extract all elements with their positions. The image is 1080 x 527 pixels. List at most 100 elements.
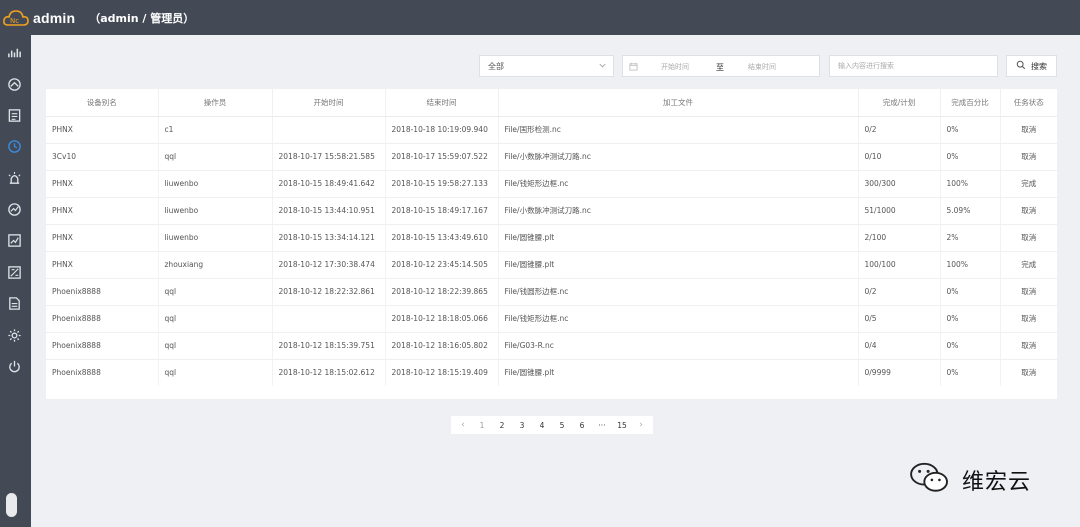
dashboard-icon[interactable] [6,76,22,92]
status-cell: 取消 [1000,224,1057,252]
svg-text:Nc: Nc [10,17,19,25]
end-time-cell: 2018-10-15 18:49:17.167 [385,197,499,225]
table-row[interactable]: Phoenix8888 qql 2018-10-12 18:18:05.066 Fil… [46,305,1057,333]
table-row[interactable]: PHNX liuwenbo 2018-10-15 13:44:10.951 2018-… [46,197,1057,225]
column-header[interactable]: 完成/计划 [858,89,941,117]
status-cell: 取消 [1000,143,1057,171]
operator-cell: qql [158,143,273,171]
page-button[interactable]: 1 [474,421,490,430]
line-chart-icon[interactable] [6,232,22,248]
status-filter-value: 全部 [488,61,504,71]
trend-icon[interactable] [6,201,22,217]
operator-cell: qql [158,305,273,333]
table-row[interactable]: Phoenix8888 qql 2018-10-12 18:15:39.751 201… [46,332,1057,360]
file-cell: File/圆锥腰.plt [498,359,859,386]
start-time-field[interactable]: 开始时间 [661,62,689,72]
device-cell: PHNX [46,170,159,198]
percent-cell: 100% [940,170,1001,198]
table-row[interactable]: PHNX c1 2018-10-18 10:19:09.940 File/国形检测.n… [46,116,1057,144]
page-button[interactable]: 3 [514,421,530,430]
page-ellipsis[interactable]: ··· [594,421,610,430]
start-time-cell: 2018-10-15 18:49:41.642 [272,170,386,198]
column-header[interactable]: 设备别名 [46,89,159,117]
settings-icon[interactable] [6,327,22,343]
watermark-text: 维宏云 [962,470,1032,495]
end-time-cell: 2018-10-15 19:58:27.133 [385,170,499,198]
start-time-cell: 2018-10-15 13:34:14.121 [272,224,386,252]
progress-cell: 100/100 [858,251,941,279]
percent-cell: 2% [940,224,1001,252]
column-header[interactable]: 操作员 [158,89,273,117]
start-time-cell: 2018-10-17 15:58:21.585 [272,143,386,171]
progress-cell: 0/5 [858,305,941,333]
alarm-icon[interactable] [6,170,22,186]
end-time-cell: 2018-10-17 15:59:07.522 [385,143,499,171]
task-table-card: 设备别名 操作员 开始时间 结束时间 加工文件 完成/计划 完成百分比 任务状态… [46,89,1057,399]
column-header[interactable]: 加工文件 [498,89,859,117]
column-header[interactable]: 任务状态 [1000,89,1057,117]
user-role: （admin / 管理员） [89,11,195,25]
column-header[interactable]: 结束时间 [385,89,499,117]
search-button-label: 搜索 [1031,61,1047,71]
progress-cell: 51/1000 [858,197,941,225]
column-header[interactable]: 完成百分比 [940,89,1001,117]
table-row[interactable]: PHNX liuwenbo 2018-10-15 13:34:14.121 2018-… [46,224,1057,252]
percent-cell: 5.09% [940,197,1001,225]
page-button[interactable]: 5 [554,421,570,430]
file-cell: File/钱圆形边框.nc [498,278,859,306]
column-header[interactable]: 开始时间 [272,89,386,117]
operator-cell: liuwenbo [158,197,273,225]
progress-cell: 0/10 [858,143,941,171]
analysis-icon[interactable] [6,264,22,280]
page-button[interactable]: 15 [614,421,630,430]
top-bar: Nc admin （admin / 管理员） [0,0,1080,35]
next-page-button[interactable]: › [634,420,648,430]
end-time-cell: 2018-10-12 18:16:05.802 [385,332,499,360]
document-icon[interactable] [6,295,22,311]
page-button[interactable]: 6 [574,421,590,430]
end-time-cell: 2018-10-12 23:45:14.505 [385,251,499,279]
power-icon[interactable] [6,358,22,374]
end-time-cell: 2018-10-15 13:43:49.610 [385,224,499,252]
clock-icon[interactable] [6,138,22,154]
date-range-picker[interactable]: 开始时间 至 结束时间 [622,55,820,77]
report-icon[interactable] [6,107,22,123]
table-row[interactable]: PHNX liuwenbo 2018-10-15 18:49:41.642 2018-… [46,170,1057,198]
file-cell: File/钱矩形边框.nc [498,170,859,198]
page-button[interactable]: 4 [534,421,550,430]
status-cell: 取消 [1021,368,1037,378]
status-cell: 取消 [1000,305,1057,333]
range-separator: 至 [716,63,724,72]
start-time-cell: 2018-10-12 18:15:39.751 [272,332,386,360]
sidebar-collapse-handle[interactable] [6,493,17,517]
search-input[interactable]: 输入内容进行搜索 [829,55,998,77]
status-filter-select[interactable]: 全部 [479,55,614,77]
file-cell: File/圆锥腰.plt [498,251,859,279]
table-row[interactable]: PHNX zhouxiang 2018-10-12 17:30:38.474 2018… [46,251,1057,279]
percent-cell: 0% [940,305,1001,333]
percent-cell: 0% [940,143,1001,171]
status-cell: 完成 [1000,170,1057,198]
device-cell: PHNX [46,197,159,225]
table-row[interactable]: 3Cv10 qql 2018-10-17 15:58:21.585 2018-10-1… [46,143,1057,171]
device-cell: Phoenix8888 [46,305,159,333]
prev-page-button[interactable]: ‹ [456,420,470,430]
status-cell: 取消 [1000,197,1057,225]
operator-cell: qql [158,332,273,360]
progress-cell: 0/2 [858,116,941,144]
file-cell: File/圆锥腰.plt [498,224,859,252]
table-row[interactable]: Phoenix8888 qql 2018-10-12 18:15:02.612 201… [46,359,1057,386]
end-time-field[interactable]: 结束时间 [748,62,776,72]
operator-cell: zhouxiang [158,251,273,279]
progress-cell: 0/9999 [858,359,941,386]
progress-cell: 300/300 [858,170,941,198]
page-button[interactable]: 2 [494,421,510,430]
table-row[interactable]: Phoenix8888 qql 2018-10-12 18:22:32.861 201… [46,278,1057,306]
file-cell: File/小数脉冲测试刀路.nc [498,197,859,225]
chart-icon[interactable] [6,44,22,60]
device-cell: PHNX [46,224,159,252]
search-button[interactable]: 搜索 [1006,55,1057,77]
file-cell: File/G03-R.nc [498,332,859,360]
operator-cell: liuwenbo [158,170,273,198]
status-cell: 取消 [1000,332,1057,360]
